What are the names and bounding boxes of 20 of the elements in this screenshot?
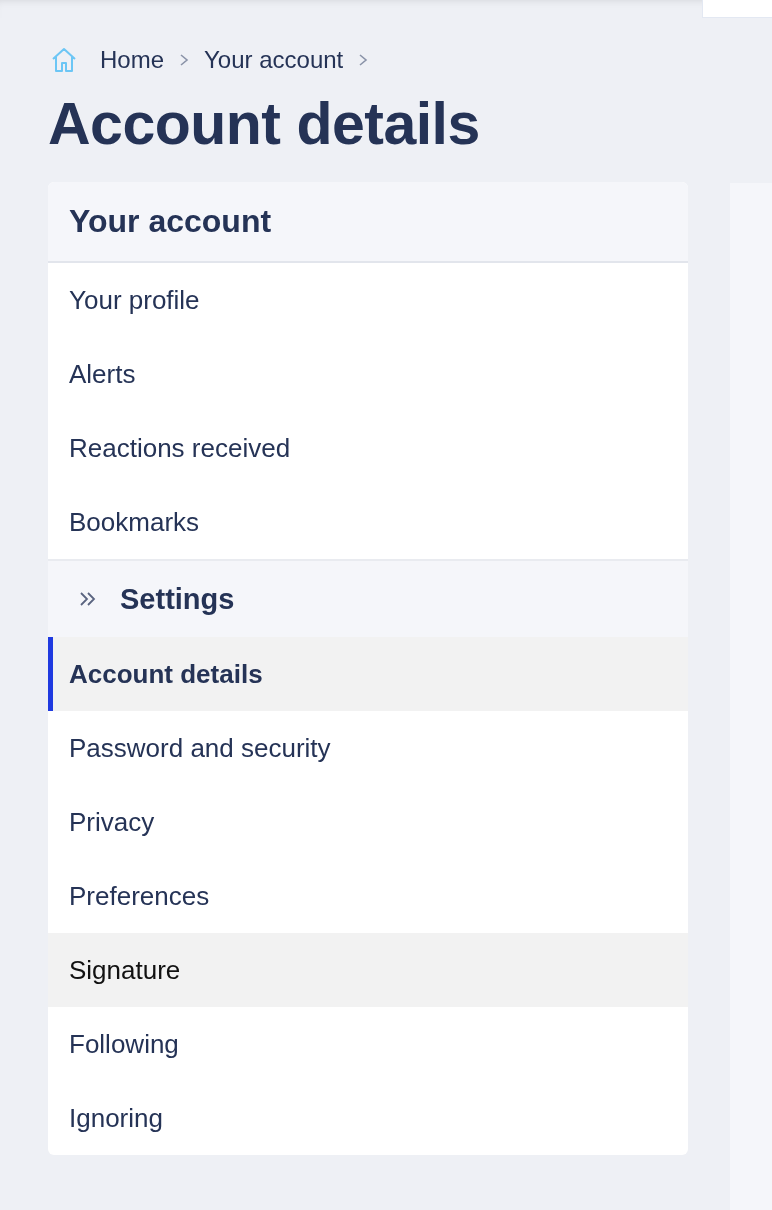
home-icon[interactable] <box>50 46 78 74</box>
breadcrumb-link[interactable]: Your account <box>204 46 344 74</box>
menu-item[interactable]: Alerts <box>48 337 688 411</box>
settings-group-header[interactable]: Settings <box>48 559 688 637</box>
menu-item[interactable]: Preferences <box>48 859 688 933</box>
menu-title: Your account <box>48 182 688 263</box>
menu-item[interactable]: Reactions received <box>48 411 688 485</box>
menu-item[interactable]: Password and security <box>48 711 688 785</box>
chevron-icon <box>357 53 370 67</box>
group-label: Settings <box>120 582 235 616</box>
chevron-icon <box>178 53 191 67</box>
menu-item[interactable]: Your profile <box>48 263 688 337</box>
menu-item[interactable]: Following <box>48 1007 688 1081</box>
page-title: Account details <box>48 90 481 159</box>
menu-item[interactable]: Signature <box>48 933 688 1007</box>
menu-item[interactable]: Account details <box>48 637 688 711</box>
breadcrumb-link[interactable]: Home <box>100 46 165 74</box>
menu-item[interactable]: Bookmarks <box>48 485 688 559</box>
menu-item[interactable]: Ignoring <box>48 1081 688 1155</box>
menu-item[interactable]: Privacy <box>48 785 688 859</box>
